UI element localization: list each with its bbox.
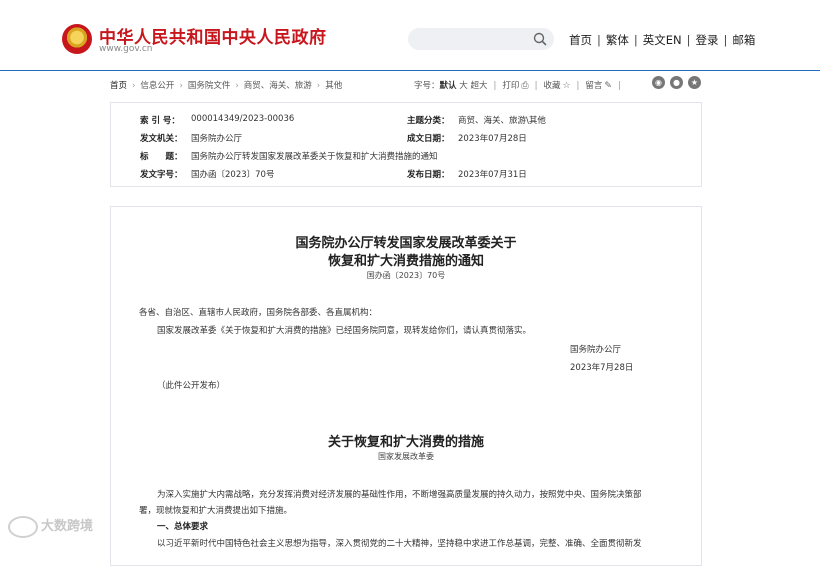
breadcrumb-bar: 首页 › 信息公开 › 国务院文件 › 商贸、海关、旅游 › 其他 字号：默认 大 超大 | 打印 ⎙… <box>110 76 705 93</box>
divider: | <box>576 81 580 91</box>
watermark: 大数跨境 <box>8 515 93 538</box>
watermark-text: 大数跨境 <box>41 519 94 534</box>
divider: | <box>493 81 497 91</box>
font-default-option[interactable]: 默认 <box>440 81 457 91</box>
section-issuer: 国家发展改革委 <box>378 452 434 461</box>
watermark-logo-icon <box>8 515 38 538</box>
divider: | <box>633 33 638 47</box>
nav-traditional-link[interactable]: 繁体 <box>606 33 629 47</box>
weibo-share-icon[interactable]: ◉ <box>652 76 665 89</box>
star-icon[interactable]: ☆ <box>562 81 570 91</box>
doc-number-value: 国办函〔2023〕70号 <box>191 170 275 180</box>
breadcrumb-home[interactable]: 首页 <box>110 81 127 91</box>
nav-login-link[interactable]: 登录 <box>696 33 719 47</box>
divider: | <box>617 81 621 91</box>
chevron-right-icon: › <box>235 81 239 91</box>
body-paragraph: 国家发展改革委《关于恢复和扩大消费的措施》已经国务院同意，现转发给你们，请认真贯… <box>157 326 532 336</box>
heading-general-requirements: 一、总体要求 <box>157 522 209 532</box>
pencil-icon[interactable]: ✎ <box>604 81 612 91</box>
printer-icon[interactable]: ⎙ <box>521 81 528 91</box>
article-tools: 字号：默认 大 超大 | 打印 ⎙ | 收藏 ☆ | 留言 ✎ | <box>414 79 627 91</box>
signature: 国务院办公厅 <box>570 345 622 355</box>
divider: | <box>534 81 538 91</box>
doc-number-label: 发文字号： <box>140 170 183 180</box>
document-metadata: 索 引 号： 000014349/2023-00036 主题分类： 商贸、海关、… <box>110 102 702 187</box>
divider: | <box>597 33 601 47</box>
favorite-star-icon[interactable]: ★ <box>688 76 701 89</box>
signature-date: 2023年7月28日 <box>570 363 634 373</box>
national-emblem-icon[interactable] <box>62 24 92 54</box>
font-size-label: 字号： <box>414 81 440 91</box>
site-url: www.gov.cn <box>99 44 153 54</box>
index-label: 索 引 号： <box>140 116 180 126</box>
wechat-share-icon[interactable]: ● <box>670 76 683 89</box>
intro-line-2: 署，现就恢复和扩大消费提出如下措施。 <box>139 506 293 516</box>
section-title: 关于恢复和扩大消费的措施 <box>327 435 484 450</box>
font-xlarge-option[interactable]: 超大 <box>470 81 487 91</box>
article-title-line-2: 恢复和扩大消费措施的通知 <box>327 254 484 269</box>
top-navigation: 首页 | 繁体 | 英文EN | 登录 | 邮箱 <box>569 32 755 48</box>
breadcrumb-other[interactable]: 其他 <box>325 81 342 91</box>
chevron-right-icon: › <box>132 81 136 91</box>
title-value: 国务院办公厅转发国家发展改革委关于恢复和扩大消费措施的通知 <box>191 152 438 162</box>
breadcrumb: 首页 › 信息公开 › 国务院文件 › 商贸、海关、旅游 › 其他 <box>110 79 342 91</box>
topic-value: 商贸、海关、旅游\其他 <box>458 116 546 126</box>
font-large-option[interactable]: 大 <box>459 81 468 91</box>
share-icons: ◉ ● ★ <box>647 76 701 89</box>
nav-home-link[interactable]: 首页 <box>569 33 592 47</box>
created-date-value: 2023年07月28日 <box>458 134 527 144</box>
chevron-right-icon: › <box>316 81 321 91</box>
article-title-line-1: 国务院办公厅转发国家发展改革委关于 <box>295 236 517 251</box>
breadcrumb-info-public[interactable]: 信息公开 <box>140 81 174 91</box>
breadcrumb-trade-category[interactable]: 商贸、海关、旅游 <box>244 81 312 91</box>
nav-mail-link[interactable]: 邮箱 <box>732 33 755 47</box>
divider: | <box>686 33 691 47</box>
site-header: 中华人民共和国中央人民政府 www.gov.cn 首页 | 繁体 | 英文EN | 登录 | 邮… <box>0 0 820 71</box>
issuer-label: 发文机关： <box>140 134 183 144</box>
topic-label: 主题分类： <box>407 116 450 126</box>
print-button[interactable]: 打印 <box>502 81 519 91</box>
created-date-label: 成文日期： <box>407 134 450 144</box>
title-label: 标 题： <box>140 152 183 162</box>
article-body: 国务院办公厅转发国家发展改革委关于 恢复和扩大消费措施的通知 国办函〔2023〕… <box>110 206 702 566</box>
paragraph-line: 以习近平新时代中国特色社会主义思想为指导，深入贯彻党的二十大精神，坚持稳中求进工… <box>157 539 642 549</box>
article-doc-number: 国办函〔2023〕70号 <box>366 271 446 280</box>
published-date-label: 发布日期： <box>407 170 450 180</box>
publish-note: （此件公开发布） <box>157 381 226 391</box>
nav-english-link[interactable]: 英文EN <box>643 33 682 47</box>
breadcrumb-state-docs[interactable]: 国务院文件 <box>188 81 231 91</box>
issuer-value: 国务院办公厅 <box>191 134 243 144</box>
favorite-button[interactable]: 收藏 <box>543 81 560 91</box>
search-icon[interactable] <box>532 31 548 47</box>
intro-line-1: 为深入实施扩大内需战略，充分发挥消费对经济发展的基础性作用，不断增强高质量发展的… <box>157 490 642 500</box>
index-value: 000014349/2023-00036 <box>191 114 295 124</box>
addressee: 各省、自治区、直辖市人民政府，国务院各部委、各直属机构： <box>139 308 378 318</box>
chevron-right-icon: › <box>179 81 183 91</box>
published-date-value: 2023年07月31日 <box>458 170 527 180</box>
comment-button[interactable]: 留言 <box>585 81 602 91</box>
divider: | <box>723 33 728 47</box>
